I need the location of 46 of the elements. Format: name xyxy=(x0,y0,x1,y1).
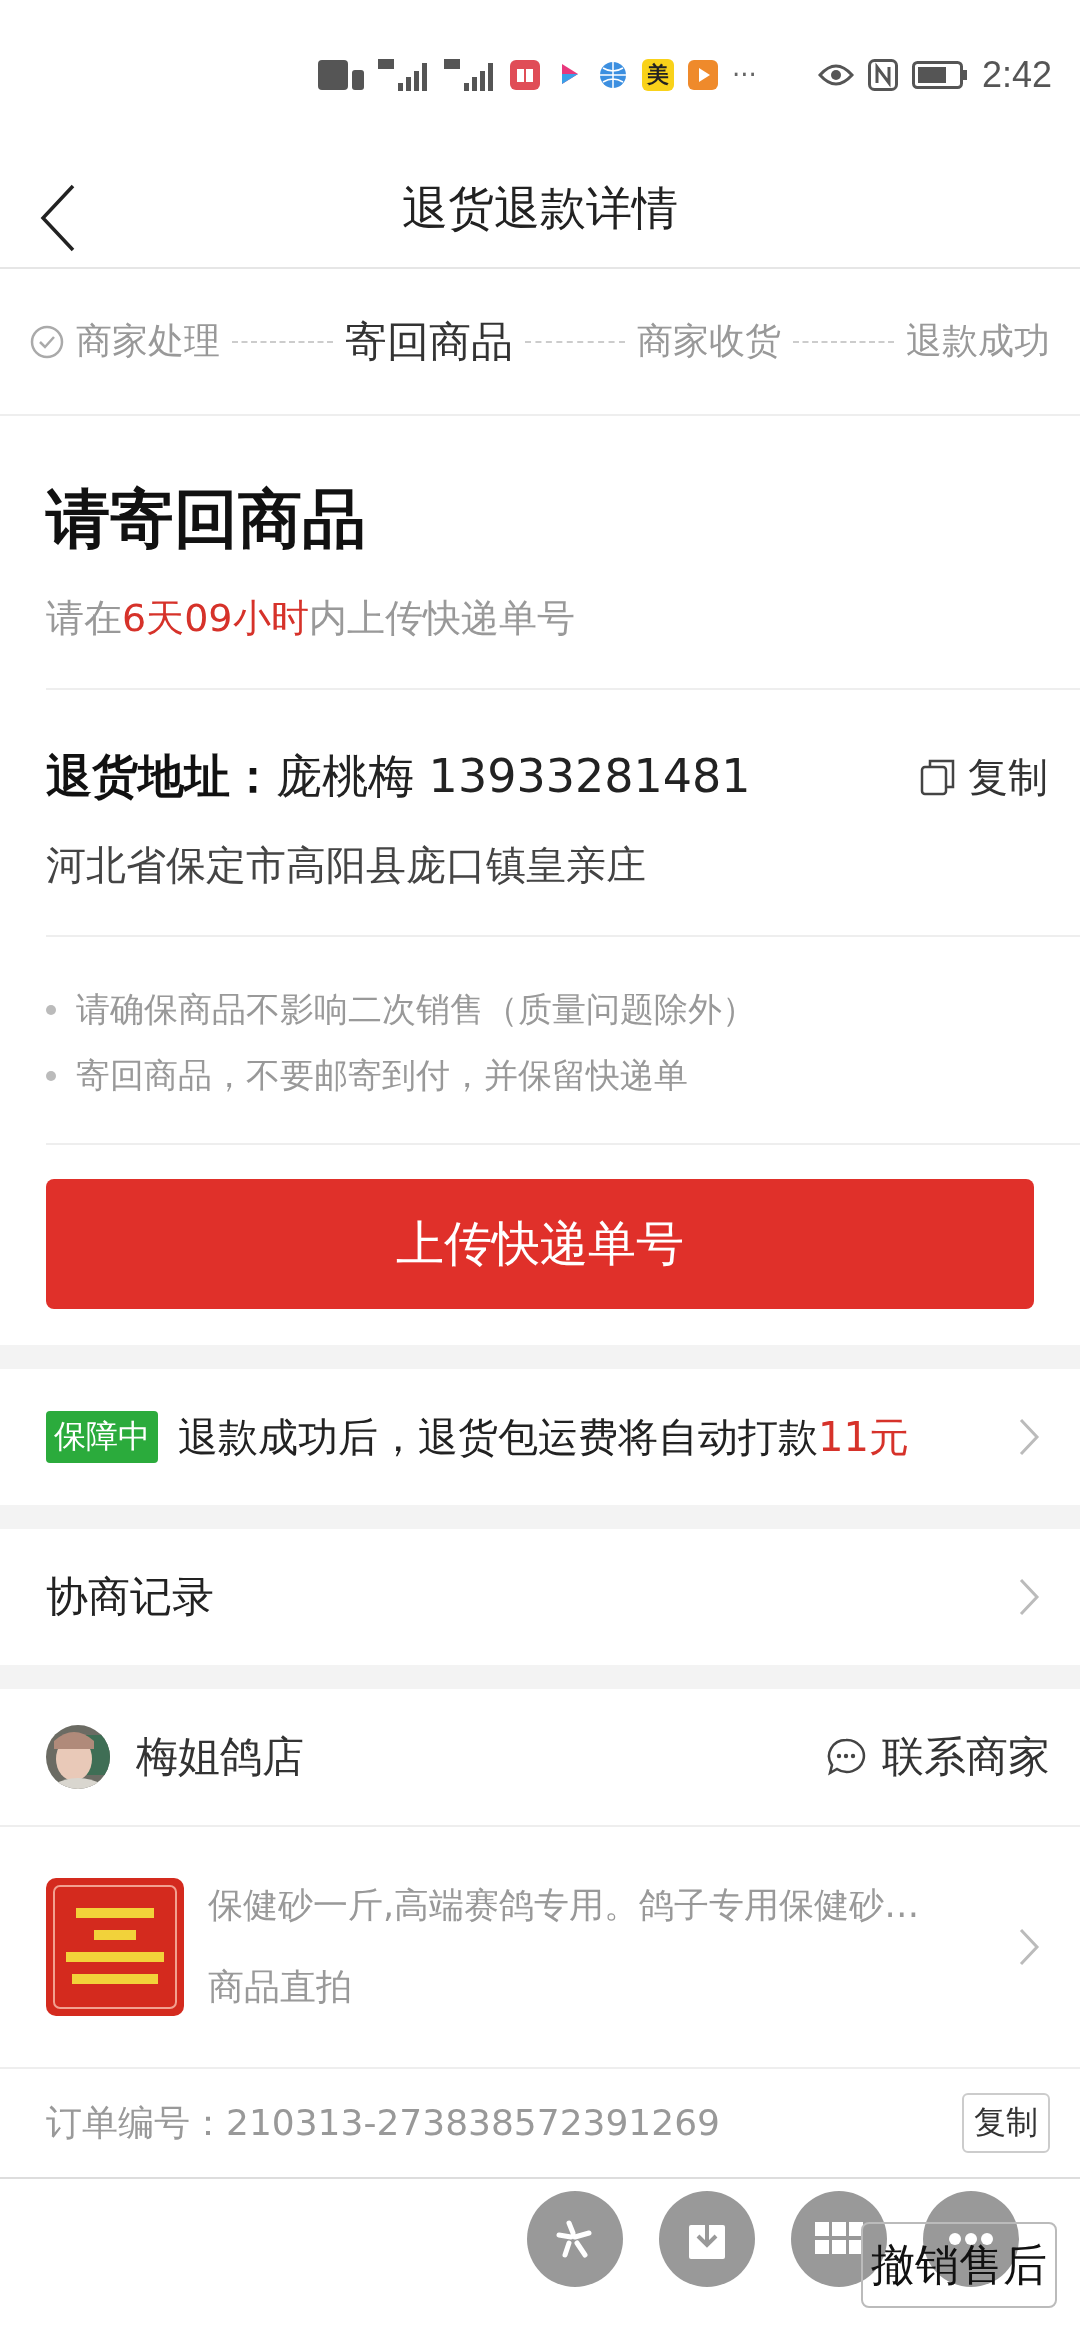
guarantee-badge: 保障中 xyxy=(46,1411,158,1463)
copy-button[interactable]: 复制 xyxy=(962,2093,1050,2153)
deadline-text: 请在6天09小时内上传快递单号 xyxy=(46,595,576,642)
globe-icon xyxy=(598,60,628,90)
contact-seller-button[interactable]: 联系商家 xyxy=(826,1729,1050,1785)
progress-step: 寄回商品 xyxy=(344,313,513,370)
chevron-right-icon xyxy=(1018,1417,1040,1457)
battery-icon xyxy=(911,61,968,89)
video-icon xyxy=(688,60,718,90)
book-icon xyxy=(510,60,540,90)
more-icon xyxy=(949,2233,993,2245)
signal-icon xyxy=(444,59,496,91)
chevron-right-icon xyxy=(1018,1577,1040,1617)
note-text: 寄回商品，不要邮寄到付，并保留快递单 xyxy=(76,1054,688,1097)
product-subtitle: 商品直拍 xyxy=(208,1965,353,2009)
negotiation-row[interactable]: 协商记录 xyxy=(0,1529,1080,1665)
page-title: 退货退款详情 xyxy=(402,179,678,237)
address-text: 河北省保定市高阳县庞口镇皇亲庄 xyxy=(46,841,647,890)
note-text: 请确保商品不影响二次销售（质量问题除外） xyxy=(76,988,756,1031)
more-notifications: ··· xyxy=(732,60,757,90)
bullet-icon xyxy=(46,1005,56,1015)
negotiation-label: 协商记录 xyxy=(46,1571,214,1623)
status-title: 请寄回商品 xyxy=(46,481,367,558)
store-name: 梅姐鸽店 xyxy=(136,1731,304,1783)
progress-step: 退款成功 xyxy=(906,317,1050,366)
address-label: 退货地址： xyxy=(46,748,276,805)
status-time: 2:42 xyxy=(981,54,1052,96)
product-title: 保健砂一斤,高端赛鸽专用。鸽子专用保健砂… xyxy=(208,1884,920,1927)
back-icon[interactable] xyxy=(40,183,76,253)
grid-icon xyxy=(815,2222,863,2256)
copy-icon xyxy=(920,758,956,796)
upload-tracking-button[interactable]: 上传快递单号 xyxy=(46,1179,1034,1309)
progress-step: 商家收货 xyxy=(637,317,782,366)
chevron-right-icon xyxy=(1018,1927,1040,1967)
bullet-icon xyxy=(46,1071,56,1081)
progress-step: 商家处理 xyxy=(76,317,220,366)
chat-icon xyxy=(826,1737,866,1777)
copy-button[interactable]: 复制 xyxy=(920,749,1048,805)
contact-text: 庞桃梅 13933281481 xyxy=(276,748,751,805)
guarantee-text: 退款成功后，退货包运费将自动打款11元 xyxy=(178,1412,909,1462)
eye-icon xyxy=(817,63,854,87)
signal-icon xyxy=(378,59,430,91)
guarantee-row[interactable]: 保障中 退款成功后，退货包运费将自动打款11元 xyxy=(0,1369,1080,1505)
nfc-icon xyxy=(867,59,898,91)
app-icon: 美 xyxy=(642,59,674,91)
order-number: 订单编号：210313-273838572391269 xyxy=(46,2100,720,2145)
